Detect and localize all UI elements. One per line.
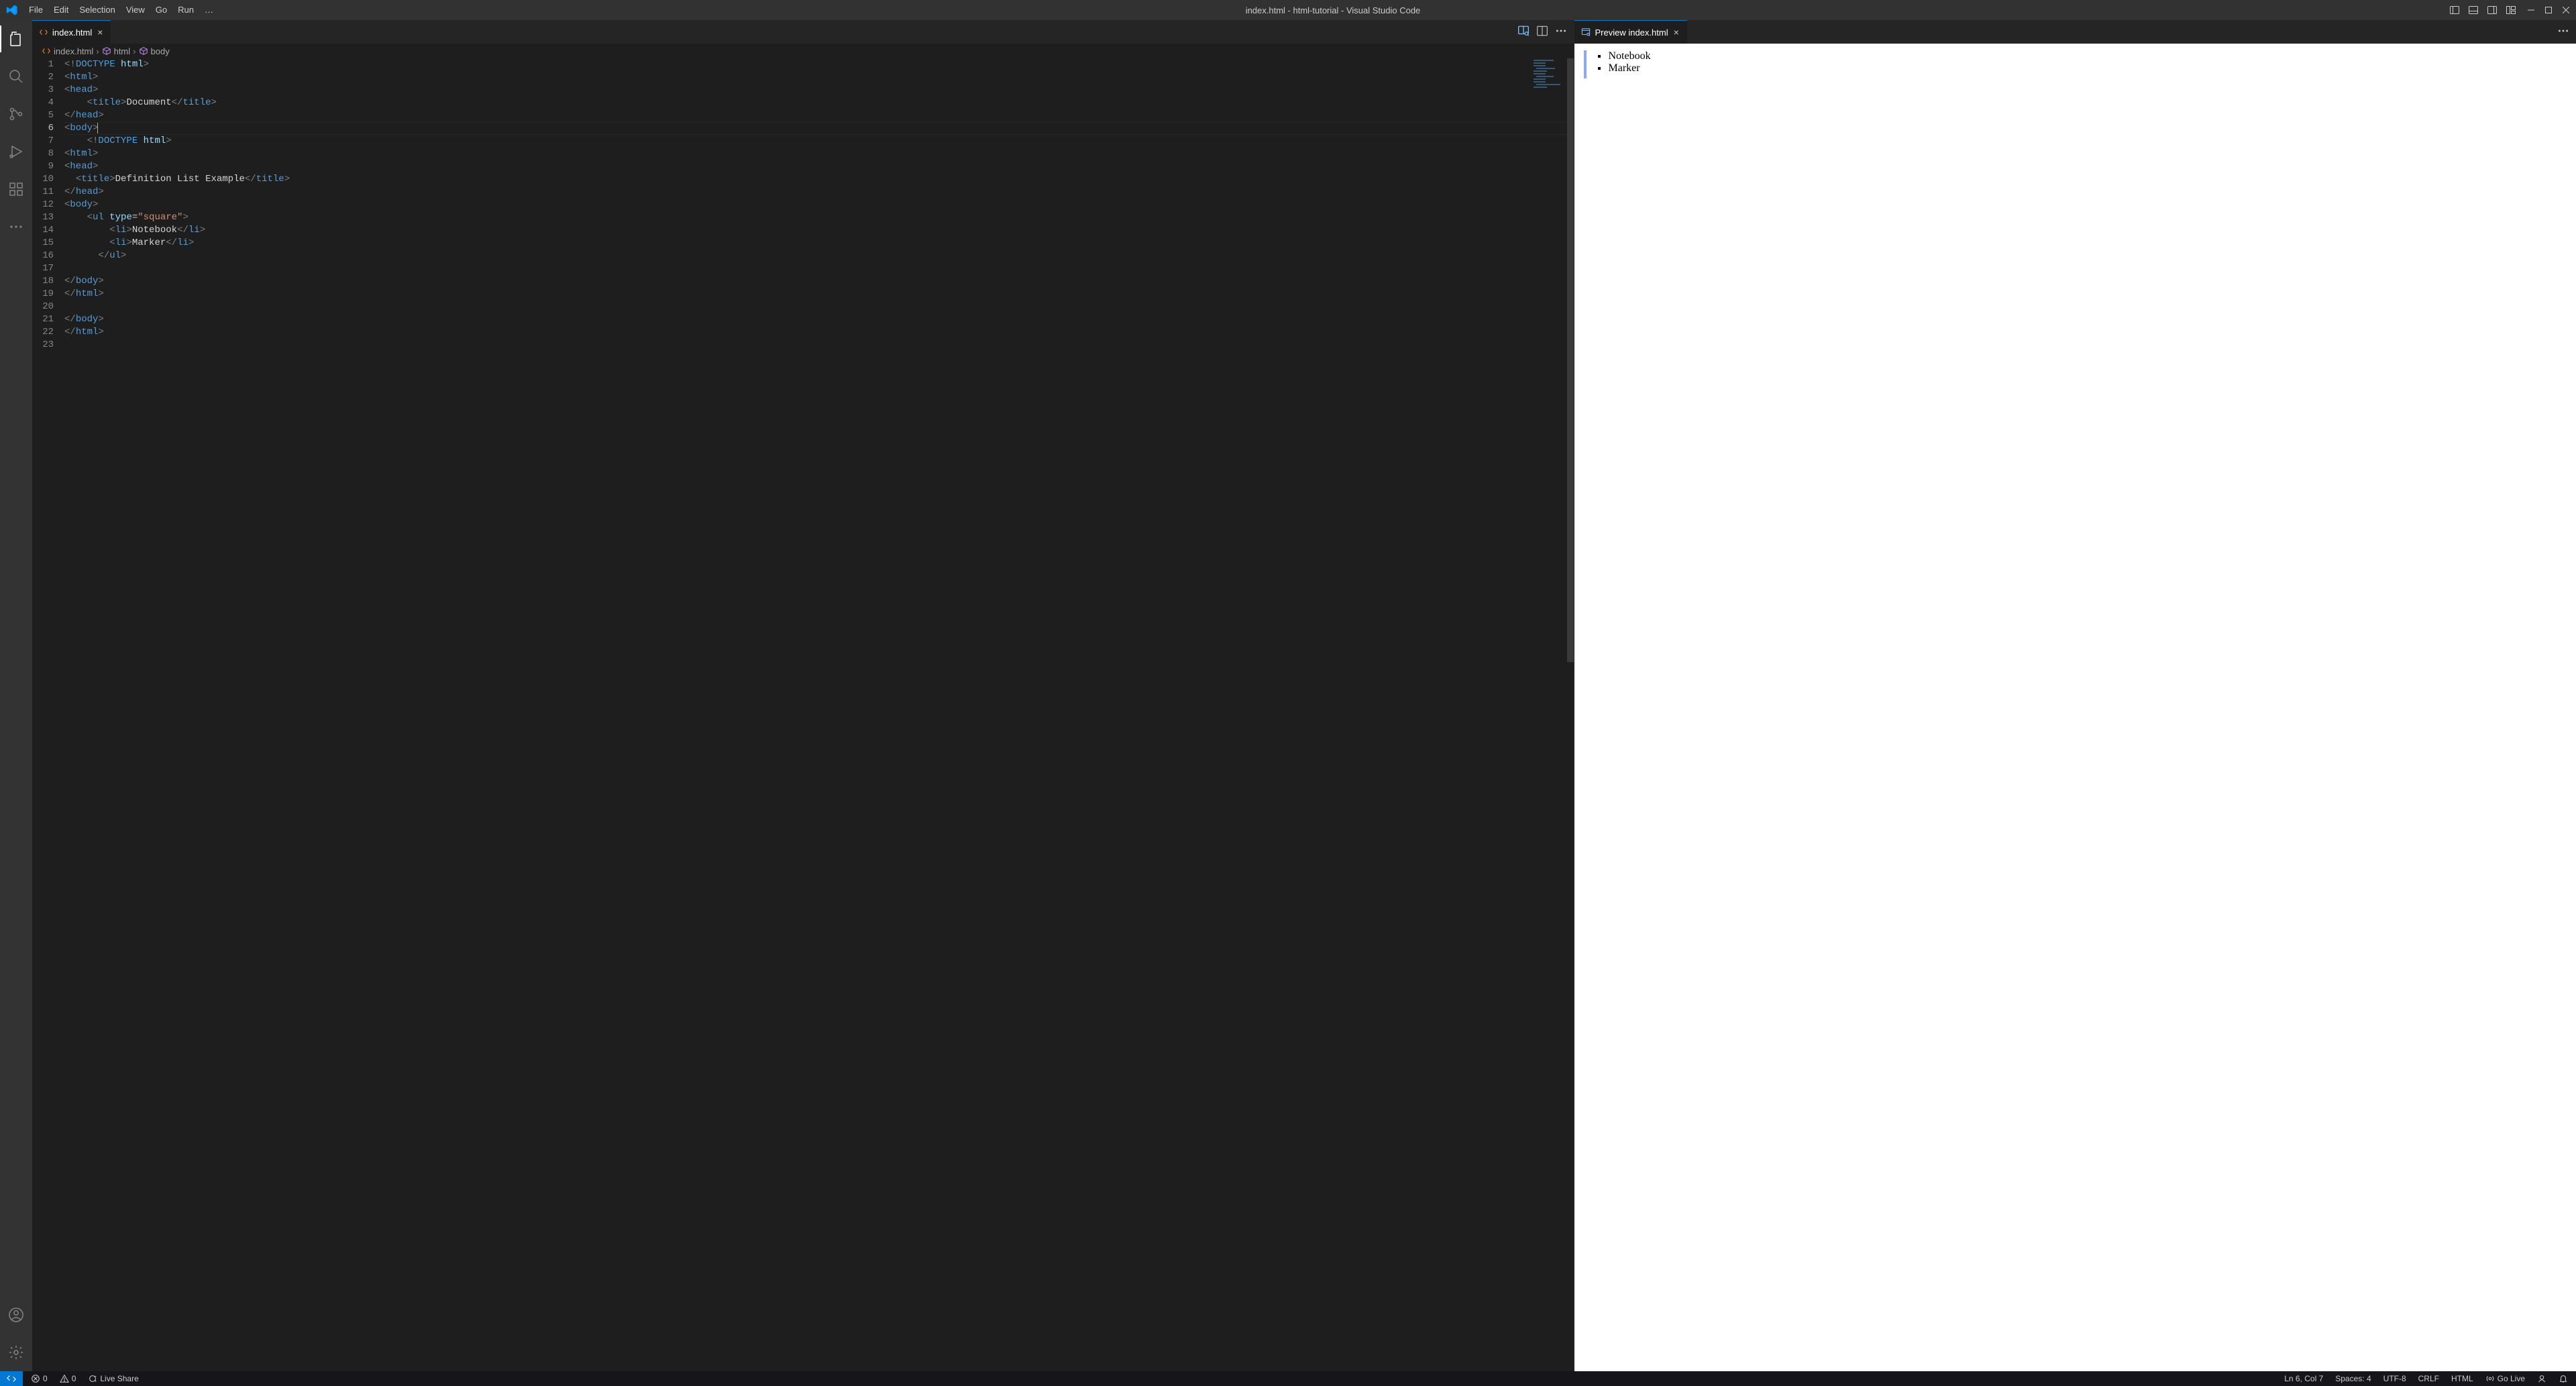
status-errors[interactable]: 0 [28,1374,50,1383]
tab-actions-left [1517,20,1574,44]
menu-go[interactable]: Go [150,0,172,20]
editor-group-code: index.html × index.html › html › body [32,20,1574,1371]
breadcrumb-chevron-icon: › [133,46,136,56]
split-editor-icon[interactable] [1536,25,1548,39]
menu-run[interactable]: Run [172,0,199,20]
editor-group-preview: Preview index.html × Notebook Marker [1574,20,2576,1371]
tab-preview[interactable]: Preview index.html × [1574,20,1687,44]
status-go-live-label: Go Live [2498,1374,2525,1383]
menu-overflow-icon[interactable]: … [199,0,219,20]
line-gutter: 1234567891011121314151617181920212223 [32,58,64,1371]
menu-edit[interactable]: Edit [48,0,74,20]
symbol-element-icon [139,46,148,56]
status-language[interactable]: HTML [2449,1374,2476,1383]
activity-search-icon[interactable] [0,63,32,90]
status-left: 0 0 Live Share [23,1374,147,1383]
remote-indicator-icon[interactable] [0,1371,23,1386]
symbol-element-icon [102,46,111,56]
tab-index-html[interactable]: index.html × [32,20,111,44]
menu-file[interactable]: File [23,0,48,20]
activity-bar [0,20,32,1371]
activity-extensions-icon[interactable] [0,176,32,203]
layout-controls [2447,0,2524,20]
status-live-share-label: Live Share [100,1374,138,1383]
html-file-icon [42,46,51,56]
status-warnings[interactable]: 0 [57,1374,79,1383]
activity-run-debug-icon[interactable] [0,138,32,165]
breadcrumb-body[interactable]: body [151,46,170,56]
more-actions-icon[interactable] [2557,25,2569,39]
overview-scrollbar[interactable] [1567,58,1574,662]
preview-list: Notebook Marker [1596,50,1650,1365]
activity-settings-icon[interactable] [0,1339,32,1366]
more-actions-icon[interactable] [1555,25,1567,39]
status-eol[interactable]: CRLF [2416,1374,2442,1383]
window-minimize-icon[interactable] [2524,0,2538,20]
status-go-live[interactable]: Go Live [2483,1374,2528,1383]
window-title: index.html - html-tutorial - Visual Stud… [219,5,2447,15]
breadcrumb-html[interactable]: html [114,46,131,56]
status-encoding[interactable]: UTF-8 [2381,1374,2409,1383]
activity-source-control-icon[interactable] [0,101,32,127]
toggle-primary-sidebar-icon[interactable] [2447,0,2462,20]
tab-preview-label: Preview index.html [1595,28,1668,38]
preview-item: Marker [1608,62,1650,74]
menu-view[interactable]: View [121,0,150,20]
status-errors-count: 0 [43,1374,48,1383]
customize-layout-icon[interactable] [2504,0,2518,20]
activity-accounts-icon[interactable] [0,1301,32,1328]
activity-overflow-icon[interactable] [0,213,32,240]
status-cursor-position[interactable]: Ln 6, Col 7 [2282,1374,2326,1383]
breadcrumb-file[interactable]: index.html [54,46,93,56]
editor-groups: index.html × index.html › html › body [32,20,2576,1371]
activity-explorer-icon[interactable] [0,25,32,52]
toggle-panel-icon[interactable] [2466,0,2481,20]
preview-item: Notebook [1608,50,1650,62]
tab-index-html-label: index.html [52,28,92,38]
breadcrumbs[interactable]: index.html › html › body [32,44,1574,58]
code-area[interactable]: <!DOCTYPE html><html><head> <title>Docum… [64,58,1574,1371]
preview-icon [1581,28,1591,37]
workbench: index.html × index.html › html › body [0,20,2576,1371]
preview-body: Notebook Marker [1574,44,2576,1371]
preview-accent-bar [1584,50,1587,78]
run-preview-icon[interactable] [1517,25,1529,39]
status-notifications-icon[interactable] [2556,1374,2571,1383]
minimap[interactable] [1534,60,1567,97]
tab-close-icon[interactable]: × [96,27,104,38]
tab-actions-right [2557,20,2576,44]
editor-body[interactable]: 1234567891011121314151617181920212223 <!… [32,58,1574,1371]
tab-close-icon[interactable]: × [1672,27,1680,38]
status-live-share[interactable]: Live Share [85,1374,141,1383]
window-close-icon[interactable] [2559,0,2573,20]
menu-selection[interactable]: Selection [74,0,120,20]
menu-bar: File Edit Selection View Go Run … [23,0,219,20]
vscode-logo-icon [0,4,23,16]
breadcrumb-chevron-icon: › [96,46,99,56]
status-bar: 0 0 Live Share Ln 6, Col 7 Spaces: 4 UTF… [0,1371,2576,1386]
status-warnings-count: 0 [72,1374,76,1383]
tab-bar-left: index.html × [32,20,1574,44]
html-file-icon [39,28,48,37]
status-feedback-icon[interactable] [2534,1374,2549,1383]
toggle-secondary-sidebar-icon[interactable] [2485,0,2500,20]
window-maximize-icon[interactable] [2541,0,2556,20]
window-controls [2524,0,2576,20]
status-indent[interactable]: Spaces: 4 [2332,1374,2373,1383]
tab-bar-right: Preview index.html × [1574,20,2576,44]
title-bar: File Edit Selection View Go Run … index.… [0,0,2576,20]
status-right: Ln 6, Col 7 Spaces: 4 UTF-8 CRLF HTML Go… [2276,1374,2576,1383]
